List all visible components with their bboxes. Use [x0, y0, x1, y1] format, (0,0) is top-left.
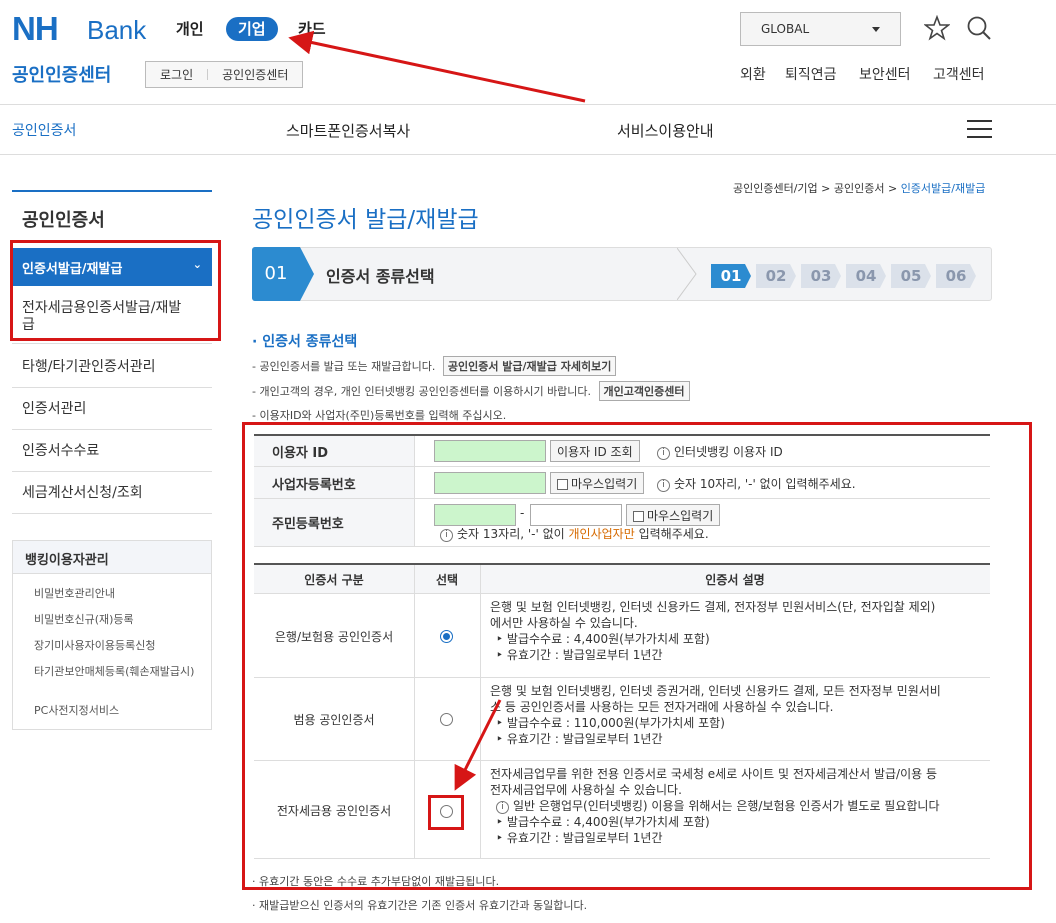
lnb-sub-item-pw-register[interactable]: 비밀번호신규(재)등록	[34, 614, 134, 626]
lnb-item-cert-fee[interactable]: 인증서수수료	[12, 430, 212, 472]
gnb-cert[interactable]: 공인인증서	[12, 120, 76, 140]
annotation-arrow-top	[288, 30, 586, 103]
step-number-04: 04	[846, 264, 886, 288]
util-link-customer[interactable]: 고객센터	[933, 64, 985, 84]
breadcrumb-current: 인증서발급/재발급	[900, 182, 986, 195]
search-icon[interactable]	[966, 15, 992, 41]
star-icon[interactable]	[924, 15, 950, 41]
page-title: 공인인증서 발급/재발급	[252, 207, 479, 233]
step-arrow	[300, 247, 314, 301]
step-number-01: 01	[711, 264, 751, 288]
step-current-number: 01	[252, 247, 300, 301]
breadcrumb: 공인인증센터/기업 > 공인인증서 > 인증서발급/재발급	[733, 180, 985, 196]
lnb-top-line	[12, 190, 212, 192]
nav-personal[interactable]: 개인	[176, 18, 204, 40]
util-link-forex[interactable]: 외환	[740, 64, 766, 84]
lnb-sub-item-pw-guide[interactable]: 비밀번호관리안내	[34, 588, 115, 600]
gnb-smartphone-copy[interactable]: 스마트폰인증서복사	[286, 120, 410, 141]
personal-cert-center-button[interactable]: 개인고객인증센터	[598, 381, 690, 401]
step-number-02: 02	[756, 264, 796, 288]
cert-detail-button[interactable]: 공인인증서 발급/재발급 자세히보기	[442, 356, 617, 376]
lnb-sub-item-otp-register[interactable]: 타기관보안매체등록(훼손재발급시)	[34, 666, 199, 678]
annotation-box-radio	[428, 795, 464, 830]
intro-line-3: - 이용자ID와 사업자(주민)등록번호를 입력해 주십시오.	[252, 409, 507, 422]
nav-corporate[interactable]: 기업	[226, 17, 278, 41]
intro-line-2-text: 개인고객의 경우, 개인 인터넷뱅킹 공인인증센터를 이용하시기 바랍니다.	[259, 385, 592, 398]
util-link-security[interactable]: 보안센터	[859, 64, 911, 84]
step-number-03: 03	[801, 264, 841, 288]
util-link-pension[interactable]: 퇴직연금	[785, 64, 837, 84]
site-title[interactable]: 공인인증센터	[12, 61, 111, 87]
lnb-item-other-bank[interactable]: 타행/타기관인증서관리	[12, 346, 212, 388]
global-select[interactable]: GLOBAL	[740, 12, 901, 46]
lnb-sub-item-dormant[interactable]: 장기미사용자이용등록신청	[34, 640, 155, 652]
login-button[interactable]: 로그인	[146, 66, 207, 83]
breadcrumb-path: 공인인증센터/기업 > 공인인증서 >	[733, 182, 901, 195]
nav-card[interactable]: 카드	[298, 18, 326, 40]
lnb-sub-item-pc-designate[interactable]: PC사전지정서비스	[34, 705, 119, 717]
intro-line-1-text: 공인인증서를 발급 또는 재발급합니다.	[259, 360, 436, 373]
step-number-05: 05	[891, 264, 931, 288]
divider	[0, 154, 1056, 155]
header-button-group: 로그인 공인인증센터	[145, 61, 304, 88]
gnb-service-guide[interactable]: 서비스이용안내	[617, 120, 714, 141]
global-select-value: GLOBAL	[761, 22, 810, 36]
lnb-item-cert-manage[interactable]: 인증서관리	[12, 388, 212, 430]
divider	[0, 104, 1056, 105]
intro-line-1: - 공인인증서를 발급 또는 재발급합니다. 공인인증서 발급/재발급 자세히보…	[252, 356, 617, 376]
caret-down-icon	[872, 27, 880, 32]
section-heading-text: 인증서 종류선택	[262, 334, 358, 350]
intro-line-2: - 개인고객의 경우, 개인 인터넷뱅킹 공인인증센터를 이용하시기 바랍니다.…	[252, 381, 690, 401]
footnote-2-text: 재발급받으신 인증서의 유효기간은 기존 인증서 유효기간과 동일합니다.	[259, 899, 588, 912]
cert-center-button[interactable]: 공인인증센터	[208, 66, 302, 83]
lnb-sub-title: 뱅킹이용자관리	[12, 540, 212, 574]
annotation-box-lnb	[10, 240, 221, 341]
annotation-box-form	[242, 422, 1032, 890]
intro-line-3-text: 이용자ID와 사업자(주민)등록번호를 입력해 주십시오.	[259, 409, 507, 422]
menu-icon[interactable]	[967, 120, 992, 139]
step-number-06: 06	[936, 264, 976, 288]
logo-bank[interactable]: Bank	[87, 15, 146, 45]
lnb-item-tax-invoice[interactable]: 세금계산서신청/조회	[12, 472, 212, 514]
lnb-title: 공인인증서	[22, 210, 105, 231]
footnote-2: · 재발급받으신 인증서의 유효기간은 기존 인증서 유효기간과 동일합니다.	[252, 899, 588, 912]
section-heading: · 인증서 종류선택	[252, 334, 358, 350]
step-current-label: 인증서 종류선택	[326, 267, 435, 286]
step-divider	[677, 248, 697, 300]
logo-nh[interactable]: NH	[12, 12, 59, 46]
